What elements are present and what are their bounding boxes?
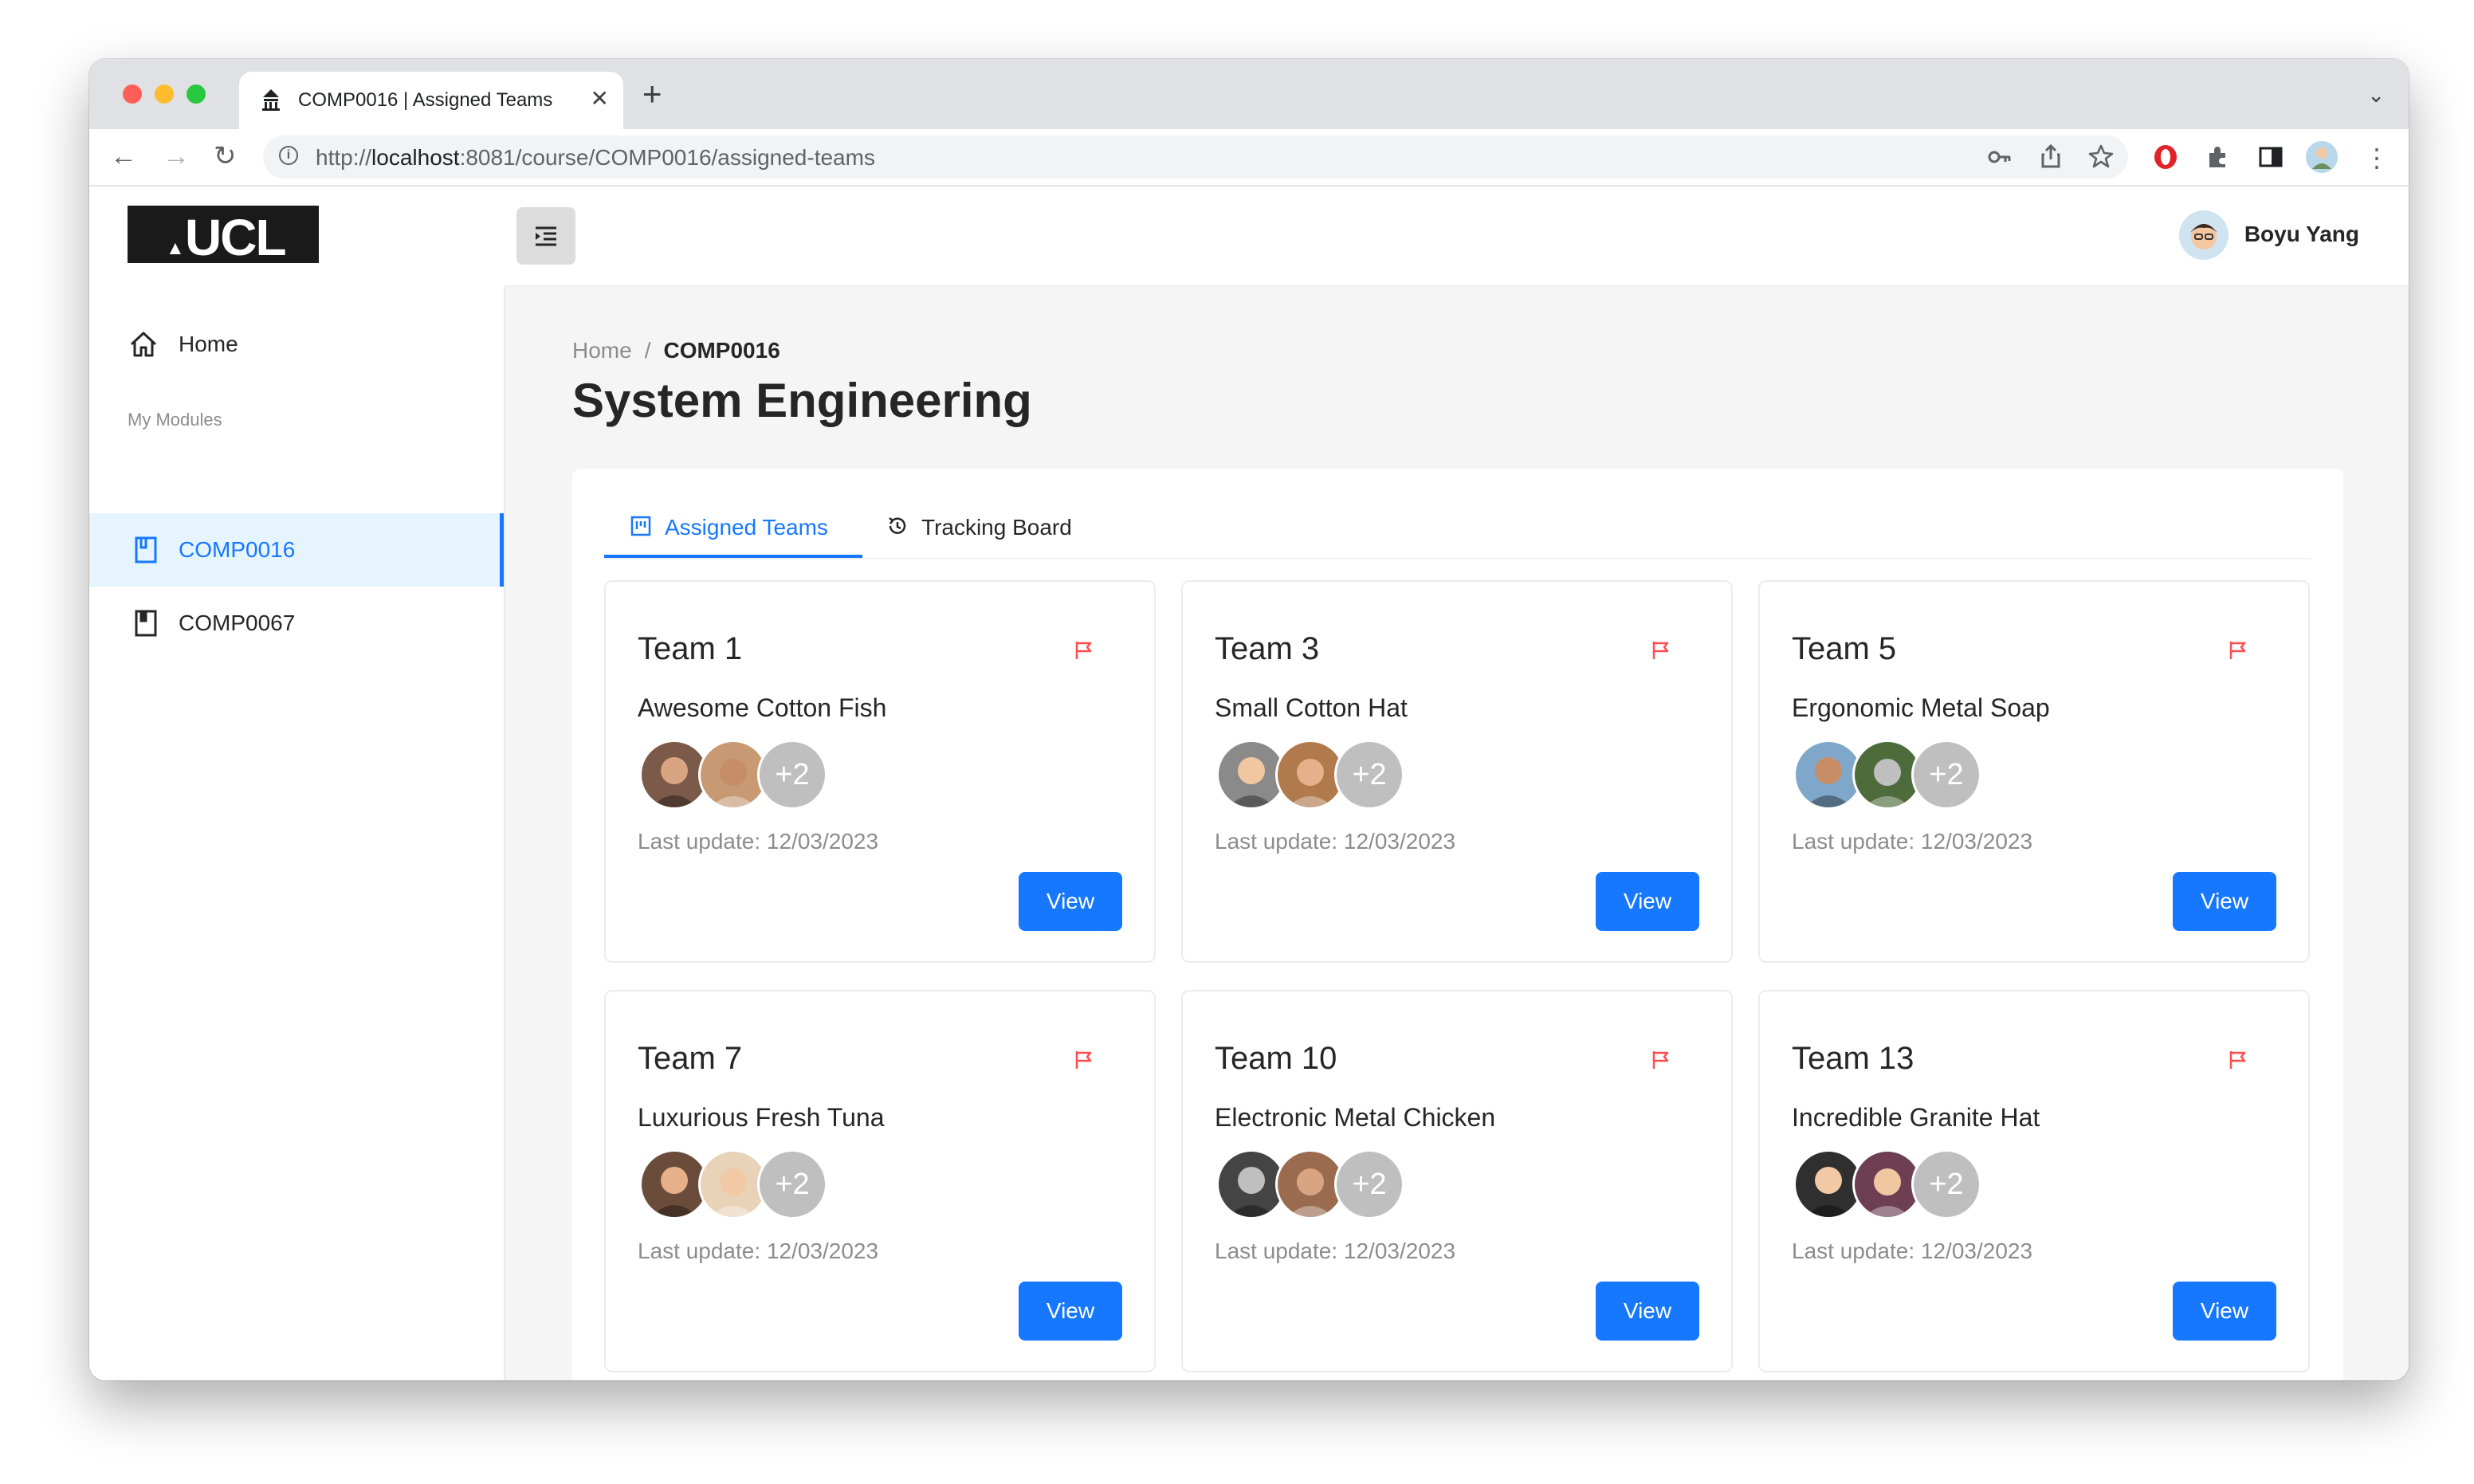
team-project-name: Awesome Cotton Fish [638, 693, 887, 722]
more-members-badge[interactable]: +2 [757, 740, 827, 810]
breadcrumb-current: COMP0016 [663, 338, 780, 363]
flag-icon[interactable] [1073, 1049, 1095, 1071]
team-card: Team 7 Luxurious Fresh Tuna +2 Last upda… [604, 990, 1156, 1372]
ucl-logo[interactable]: ▲ UCL [128, 206, 319, 266]
maximize-window-button[interactable] [187, 84, 206, 104]
view-team-button[interactable]: View [1019, 1282, 1122, 1341]
home-icon [130, 332, 157, 357]
tab-title: COMP0016 | Assigned Teams [298, 89, 553, 111]
view-team-button[interactable]: View [2173, 872, 2276, 931]
breadcrumb-separator: / [644, 338, 651, 363]
user-name[interactable]: Boyu Yang [2244, 222, 2359, 247]
view-team-button[interactable]: View [2173, 1282, 2276, 1341]
team-name: Team 1 [638, 631, 743, 666]
password-key-icon[interactable] [1988, 147, 2012, 167]
team-name: Team 10 [1215, 1041, 1337, 1076]
profile-avatar-icon[interactable] [2305, 140, 2339, 174]
reload-icon[interactable]: ↻ [214, 139, 237, 174]
active-tab-indicator [604, 555, 862, 558]
flag-icon[interactable] [1650, 1049, 1672, 1071]
last-update-text: Last update: 12/03/2023 [1215, 1239, 1456, 1263]
last-update-text: Last update: 12/03/2023 [638, 1239, 879, 1263]
more-members-badge[interactable]: +2 [1911, 740, 1981, 810]
collapse-sidebar-button[interactable] [516, 207, 575, 265]
browser-window: COMP0016 | Assigned Teams ✕ + ⌄ ← → ↻ i … [89, 59, 2409, 1380]
url-text: http://localhost:8081/course/COMP0016/as… [316, 145, 875, 170]
minimize-window-button[interactable] [155, 84, 174, 104]
team-project-name: Small Cotton Hat [1215, 693, 1408, 722]
ucl-favicon-icon [262, 89, 280, 111]
last-update-text: Last update: 12/03/2023 [1215, 829, 1456, 854]
book-icon [135, 536, 157, 563]
content-card: Assigned Teams Tracking Board Team 1 Awe… [572, 469, 2343, 1380]
breadcrumb-home-link[interactable]: Home [572, 338, 632, 363]
side-panel-icon[interactable] [2257, 143, 2284, 171]
last-update-text: Last update: 12/03/2023 [1792, 829, 2033, 854]
team-project-name: Electronic Metal Chicken [1215, 1103, 1496, 1132]
back-icon[interactable]: ← [110, 139, 137, 174]
my-modules-group-label: My Modules [128, 410, 222, 430]
share-icon[interactable] [2040, 143, 2061, 169]
close-window-button[interactable] [123, 84, 142, 104]
browser-tab[interactable]: COMP0016 | Assigned Teams ✕ [239, 72, 623, 129]
breadcrumb: Home / COMP0016 [572, 338, 780, 363]
history-icon [889, 517, 906, 534]
last-update-text: Last update: 12/03/2023 [1792, 1239, 2033, 1263]
extensions-puzzle-icon[interactable] [2205, 143, 2232, 171]
view-team-button[interactable]: View [1019, 872, 1122, 931]
sidebar-item-label: Home [179, 332, 238, 356]
team-card: Team 5 Ergonomic Metal Soap +2 Last upda… [1758, 580, 2310, 963]
browser-menu-icon[interactable]: ⋮ [2364, 140, 2390, 175]
page-title: System Engineering [572, 374, 1032, 427]
more-members-badge[interactable]: +2 [1911, 1149, 1981, 1219]
sidebar: ▲ UCL Home My Modules COMP0016 COMP0067 [89, 186, 505, 1380]
site-info-icon[interactable]: i [279, 146, 298, 165]
top-header: Boyu Yang [504, 186, 2409, 287]
menu-fold-icon [536, 226, 556, 246]
bookmark-star-icon[interactable] [2088, 143, 2114, 169]
forward-icon[interactable]: → [163, 139, 190, 174]
tab-strip: COMP0016 | Assigned Teams ✕ + ⌄ [89, 59, 2409, 129]
more-members-badge[interactable]: +2 [757, 1149, 827, 1219]
view-team-button[interactable]: View [1596, 872, 1699, 931]
flag-icon[interactable] [1073, 639, 1095, 662]
tab-label: Tracking Board [921, 515, 1072, 540]
user-avatar-icon [2190, 224, 2217, 249]
team-card: Team 13 Incredible Granite Hat +2 Last u… [1758, 990, 2310, 1372]
tab-search-chevron-icon[interactable]: ⌄ [2367, 83, 2385, 108]
app-root: ▲ UCL Home My Modules COMP0016 COMP0067 … [89, 186, 2409, 1380]
book-icon [135, 610, 157, 637]
sidebar-item-comp0016[interactable]: COMP0016 [89, 513, 504, 587]
sidebar-item-label: COMP0067 [179, 610, 296, 635]
browser-toolbar: ← → ↻ i http://localhost:8081/course/COM… [89, 129, 2409, 186]
opera-extension-icon[interactable] [2152, 143, 2179, 171]
flag-icon[interactable] [1650, 639, 1672, 662]
tab-label: Assigned Teams [665, 515, 828, 540]
flag-icon[interactable] [2227, 1049, 2249, 1071]
team-card: Team 10 Electronic Metal Chicken +2 Last… [1181, 990, 1733, 1372]
tab-close-icon[interactable]: ✕ [591, 86, 609, 112]
project-board-icon [630, 516, 651, 536]
sidebar-item-label: COMP0016 [179, 537, 296, 562]
team-name: Team 7 [638, 1041, 743, 1076]
team-project-name: Luxurious Fresh Tuna [638, 1103, 885, 1132]
team-project-name: Incredible Granite Hat [1792, 1103, 2040, 1132]
team-card: Team 1 Awesome Cotton Fish +2 Last updat… [604, 580, 1156, 963]
more-members-badge[interactable]: +2 [1334, 1149, 1404, 1219]
view-team-button[interactable]: View [1596, 1282, 1699, 1341]
tab-bar: Assigned Teams Tracking Board [604, 499, 2311, 559]
last-update-text: Last update: 12/03/2023 [638, 829, 879, 854]
address-bar[interactable]: i http://localhost:8081/course/COMP0016/… [263, 135, 2128, 179]
sidebar-item-comp0067[interactable]: COMP0067 [89, 587, 504, 660]
team-name: Team 3 [1215, 631, 1320, 666]
team-name: Team 13 [1792, 1041, 1914, 1076]
flag-icon[interactable] [2227, 639, 2249, 662]
more-members-badge[interactable]: +2 [1334, 740, 1404, 810]
portico-icon: ▲ [166, 238, 185, 259]
team-name: Team 5 [1792, 631, 1897, 666]
team-project-name: Ergonomic Metal Soap [1792, 693, 2050, 722]
user-avatar[interactable] [2179, 210, 2229, 260]
team-card: Team 3 Small Cotton Hat +2 Last update: … [1181, 580, 1733, 963]
new-tab-icon[interactable]: + [642, 77, 662, 112]
